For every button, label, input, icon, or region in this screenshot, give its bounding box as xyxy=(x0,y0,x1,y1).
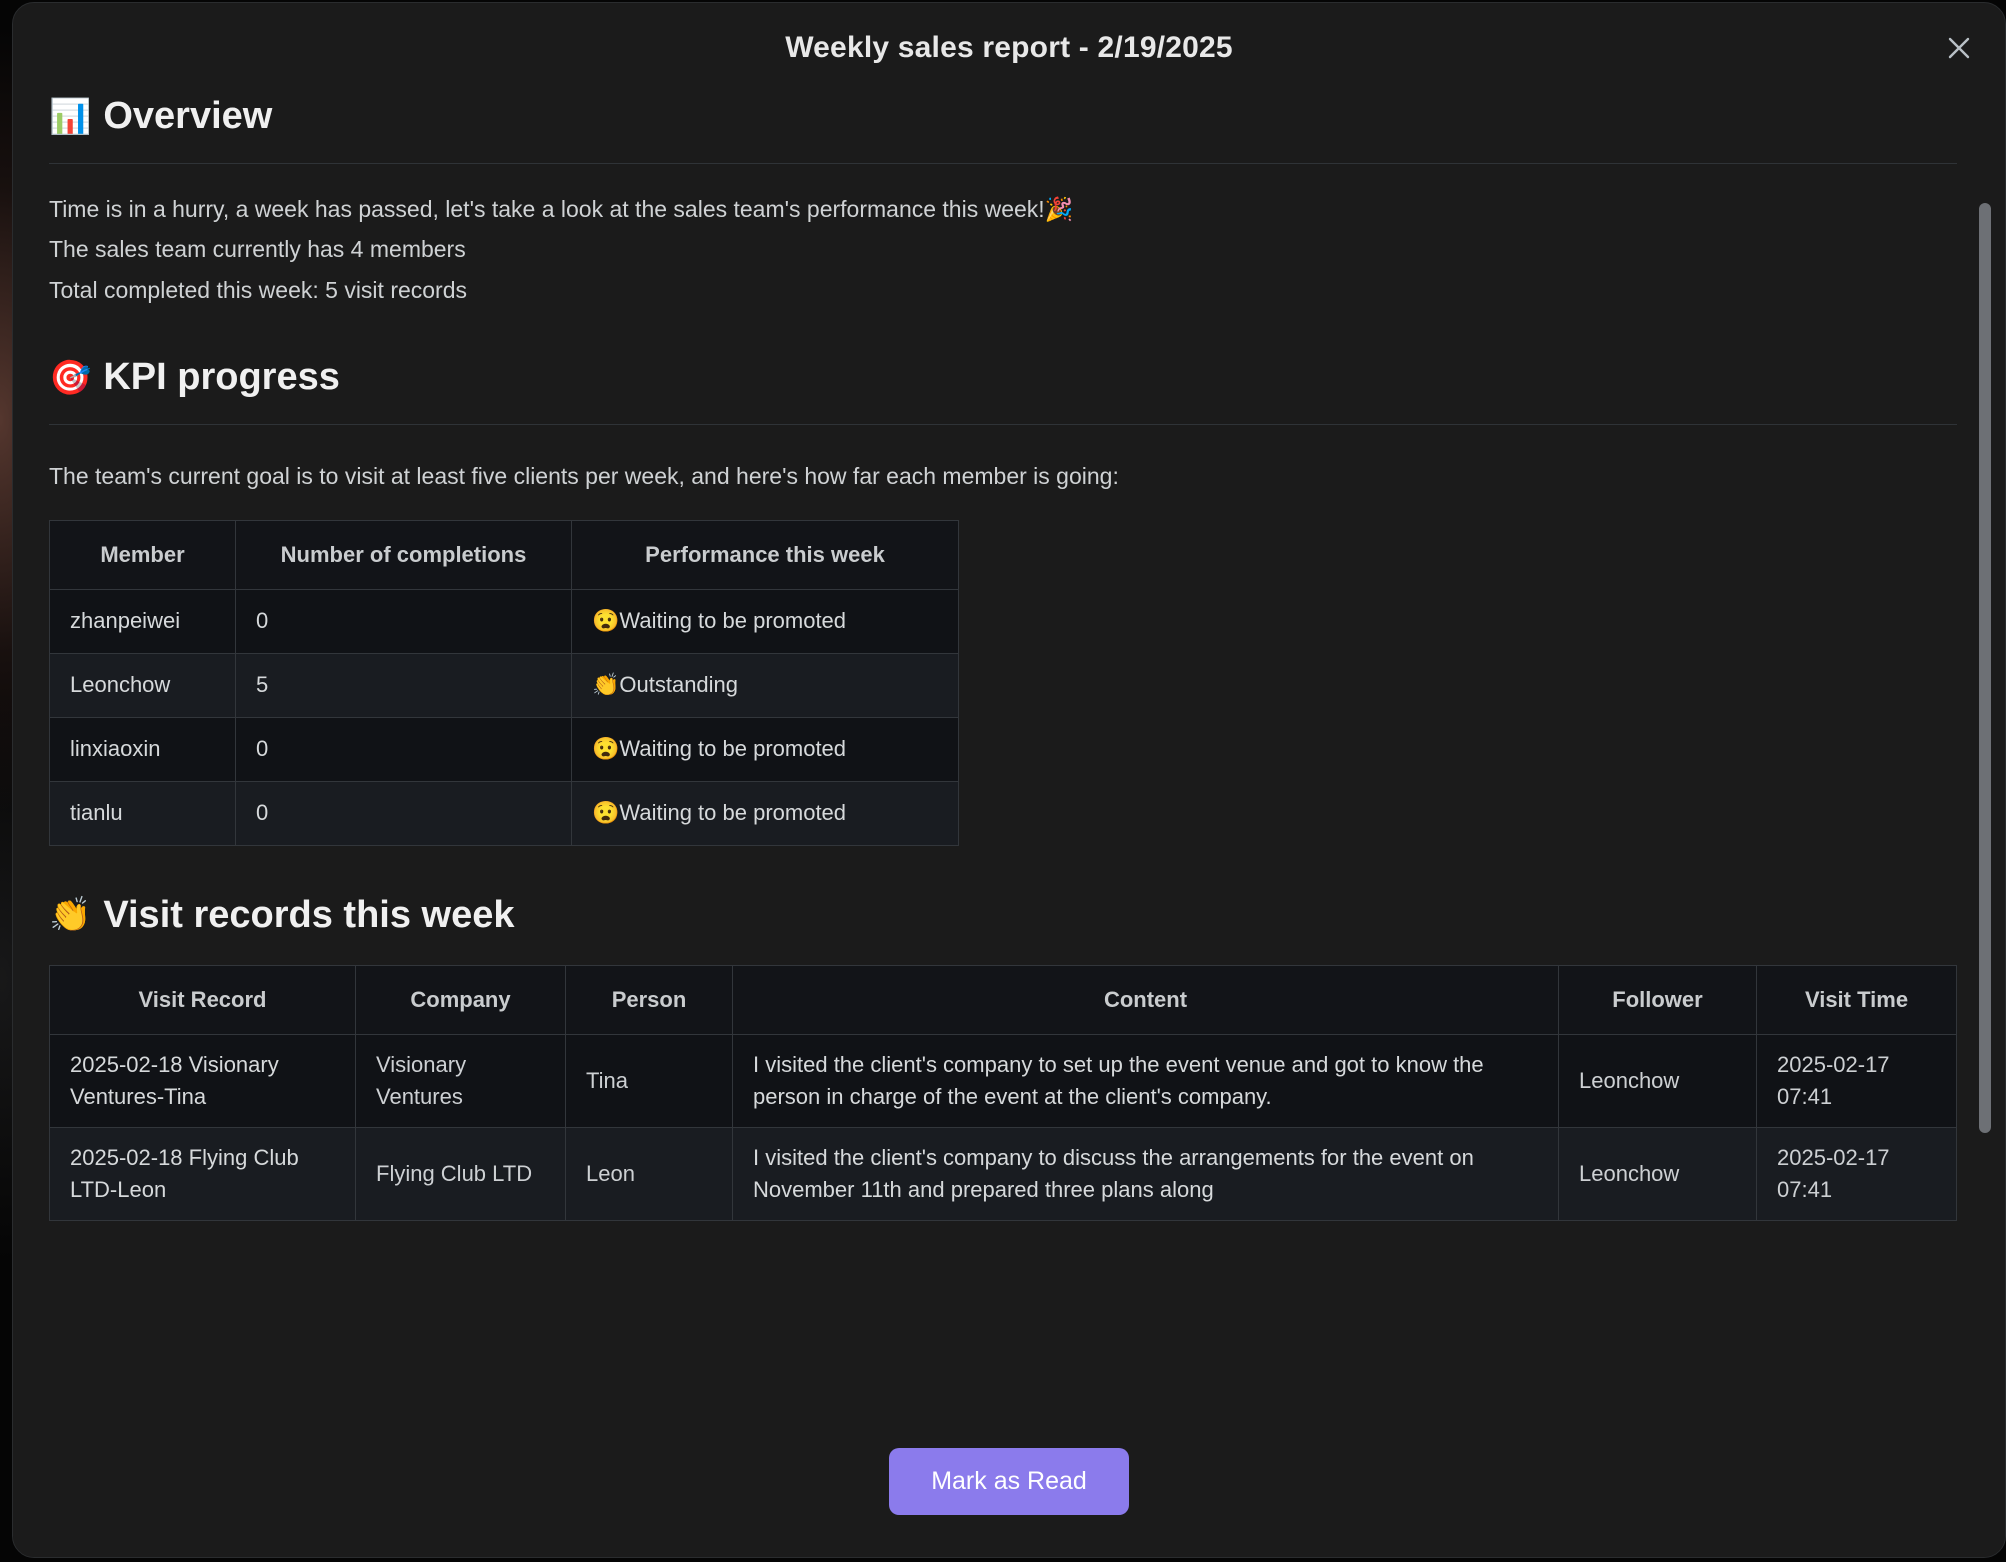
kpi-divider xyxy=(49,423,1957,425)
kpi-cell-performance: 😧Waiting to be promoted xyxy=(571,716,959,782)
table-row: tianlu 0 😧Waiting to be promoted xyxy=(49,780,959,846)
close-icon[interactable] xyxy=(1939,28,1979,68)
mark-as-read-button[interactable]: Mark as Read xyxy=(889,1447,1129,1515)
visit-cell-follower: Leonchow xyxy=(1558,1126,1757,1221)
kpi-heading: 🎯 KPI progress xyxy=(49,354,1957,402)
target-icon: 🎯 xyxy=(49,359,92,398)
visit-col-person: Person xyxy=(565,965,733,1036)
modal-body: 📊 Overview Time is in a hurry, a week ha… xyxy=(13,93,2005,1405)
clapping-hands-icon: 👏 xyxy=(49,896,92,935)
visit-cell-content: I visited the client's company to discus… xyxy=(732,1126,1559,1221)
kpi-cell-member: linxiaoxin xyxy=(49,716,236,782)
kpi-cell-member: tianlu xyxy=(49,780,236,846)
modal-footer: Mark as Read xyxy=(13,1405,2005,1557)
visit-records-table: Visit Record Company Person Content Foll… xyxy=(49,965,1957,1221)
table-header-row: Visit Record Company Person Content Foll… xyxy=(49,965,1957,1036)
visit-cell-follower: Leonchow xyxy=(1558,1034,1757,1128)
weekly-sales-report-modal: Weekly sales report - 2/19/2025 📊 Overvi… xyxy=(12,2,2006,1558)
kpi-cell-member: zhanpeiwei xyxy=(49,588,236,654)
visit-cell-person: Tina xyxy=(565,1034,733,1128)
overview-heading-label: Overview xyxy=(103,95,273,137)
kpi-col-member: Member xyxy=(49,519,236,590)
table-row: 2025-02-18 Visionary Ventures-Tina Visio… xyxy=(49,1034,1957,1128)
table-row: linxiaoxin 0 😧Waiting to be promoted xyxy=(49,716,959,782)
visit-cell-person: Leon xyxy=(565,1126,733,1221)
scrollbar-thumb[interactable] xyxy=(1979,203,1991,1133)
table-row: zhanpeiwei 0 😧Waiting to be promoted xyxy=(49,588,959,654)
visit-cell-time: 2025-02-17 07:41 xyxy=(1756,1034,1957,1128)
visit-cell-record: 2025-02-18 Visionary Ventures-Tina xyxy=(49,1034,356,1128)
overview-line-1: Time is in a hurry, a week has passed, l… xyxy=(49,195,1074,222)
page-title: Weekly sales report - 2/19/2025 xyxy=(785,31,1233,64)
kpi-cell-completions: 0 xyxy=(235,588,572,654)
overview-divider xyxy=(49,162,1957,164)
visit-col-company: Company xyxy=(355,965,566,1036)
kpi-col-completions: Number of completions xyxy=(235,519,572,590)
visit-cell-record: 2025-02-18 Flying Club LTD-Leon xyxy=(49,1126,356,1221)
overview-heading: 📊 Overview xyxy=(49,93,1957,141)
bar-chart-icon: 📊 xyxy=(49,97,92,136)
visit-col-follower: Follower xyxy=(1558,965,1757,1036)
kpi-cell-completions: 0 xyxy=(235,780,572,846)
visit-cell-time: 2025-02-17 07:41 xyxy=(1756,1126,1957,1221)
kpi-cell-performance: 😧Waiting to be promoted xyxy=(571,588,959,654)
overview-line-2: The sales team currently has 4 members xyxy=(49,236,466,263)
report-content: 📊 Overview Time is in a hurry, a week ha… xyxy=(49,93,1957,1261)
visit-cell-company: Visionary Ventures xyxy=(355,1034,566,1128)
kpi-intro-text: The team's current goal is to visit at l… xyxy=(49,462,1119,489)
kpi-col-performance: Performance this week xyxy=(571,519,959,590)
visit-cell-content: I visited the client's company to set up… xyxy=(732,1034,1559,1128)
modal-header: Weekly sales report - 2/19/2025 xyxy=(13,3,2005,93)
kpi-cell-completions: 5 xyxy=(235,652,572,718)
visit-records-heading-label: Visit records this week xyxy=(103,893,515,936)
visit-cell-company: Flying Club LTD xyxy=(355,1126,566,1221)
table-row: 2025-02-18 Flying Club LTD-Leon Flying C… xyxy=(49,1126,1957,1221)
kpi-cell-member: Leonchow xyxy=(49,652,236,718)
vertical-scrollbar[interactable] xyxy=(1979,197,1991,1297)
overview-line-3: Total completed this week: 5 visit recor… xyxy=(49,277,468,304)
visit-records-heading: 👏 Visit records this week xyxy=(49,892,1957,940)
kpi-progress-table: Member Number of completions Performance… xyxy=(49,519,959,846)
kpi-heading-label: KPI progress xyxy=(103,356,340,399)
kpi-cell-performance: 👏Outstanding xyxy=(571,652,959,718)
kpi-cell-performance: 😧Waiting to be promoted xyxy=(571,780,959,846)
table-row: Leonchow 5 👏Outstanding xyxy=(49,652,959,718)
visit-col-time: Visit Time xyxy=(1756,965,1957,1036)
table-header-row: Member Number of completions Performance… xyxy=(49,519,959,590)
visit-col-record: Visit Record xyxy=(49,965,356,1036)
visit-col-content: Content xyxy=(732,965,1559,1036)
kpi-cell-completions: 0 xyxy=(235,716,572,782)
